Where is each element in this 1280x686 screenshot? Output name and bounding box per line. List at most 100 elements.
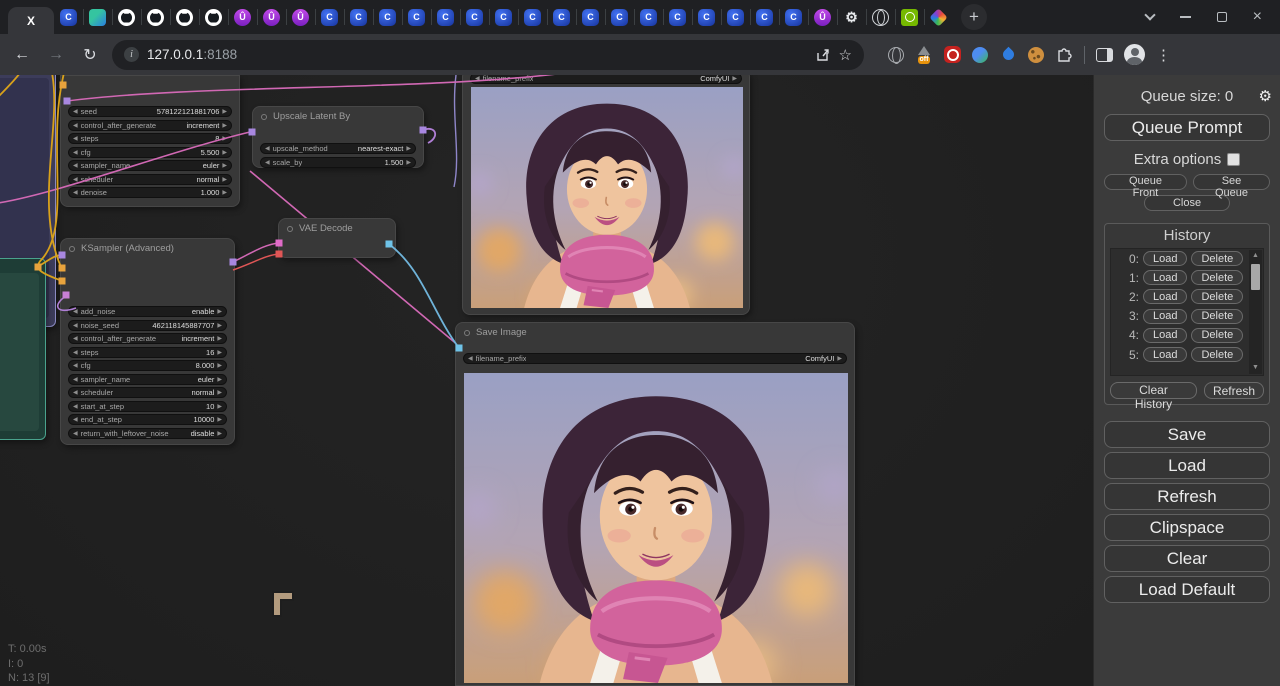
extensions-puzzle-icon[interactable] — [1055, 46, 1073, 64]
widget-sampler_name[interactable]: ◀sampler_nameeuler▶ — [68, 374, 227, 385]
ubadge-tab[interactable]: Û — [286, 0, 315, 34]
ksampler-advanced-node[interactable]: KSampler (Advanced) ◀add_noiseenable▶◀no… — [60, 238, 235, 445]
arrow-right-icon[interactable]: ▶ — [217, 308, 222, 315]
active-tab[interactable]: X — [8, 7, 54, 34]
comfy-tab[interactable]: C — [663, 0, 692, 34]
history-load-button[interactable]: Load — [1143, 309, 1187, 324]
widget-filename_prefix[interactable]: ◀filename_prefixComfyUI▶ — [470, 75, 742, 84]
settings-gear-icon[interactable]: ⚙ — [1259, 87, 1272, 105]
arrow-right-icon[interactable]: ▶ — [222, 176, 227, 183]
comfy-tab[interactable]: C — [315, 0, 344, 34]
arrow-left-icon[interactable]: ◀ — [73, 308, 78, 315]
widget-sampler_name[interactable]: ◀sampler_nameeuler▶ — [68, 160, 232, 171]
comfy-tab[interactable]: C — [518, 0, 547, 34]
comfy-tab[interactable]: C — [489, 0, 518, 34]
save-image-node-top[interactable]: ◀filename_prefixComfyUI▶ — [462, 75, 750, 315]
arrow-left-icon[interactable]: ◀ — [73, 122, 78, 129]
queue-front-button[interactable]: Queue Front — [1104, 174, 1187, 190]
arrow-right-icon[interactable]: ▶ — [406, 159, 411, 166]
back-button[interactable]: ← — [10, 46, 34, 64]
widget-scale_by[interactable]: ◀scale_by1.500▶ — [260, 157, 416, 168]
comfy-tab[interactable]: C — [402, 0, 431, 34]
github-tab[interactable] — [112, 0, 141, 34]
settings-tab[interactable]: ⚙ — [837, 0, 866, 34]
arrow-left-icon[interactable]: ◀ — [73, 135, 78, 142]
arrow-right-icon[interactable]: ▶ — [406, 145, 411, 152]
ubadge-tab[interactable]: Û — [228, 0, 257, 34]
profile-avatar[interactable] — [1124, 44, 1145, 65]
collapse-dot-icon[interactable] — [287, 226, 293, 232]
history-delete-button[interactable]: Delete — [1191, 251, 1243, 266]
forward-button[interactable]: → — [44, 46, 68, 64]
widget-end_at_step[interactable]: ◀end_at_step10000▶ — [68, 414, 227, 425]
address-bar[interactable]: i 127.0.0.1:8188 ☆ — [112, 40, 864, 70]
comfy-tab[interactable]: C — [605, 0, 634, 34]
widget-noise_seed[interactable]: ◀noise_seed462118145887707▶ — [68, 320, 227, 331]
globe-tab[interactable] — [866, 0, 895, 34]
widget-denoise[interactable]: ◀denoise1.000▶ — [68, 187, 232, 198]
scroll-thumb[interactable] — [1251, 264, 1260, 290]
widget-cfg[interactable]: ◀cfg8.000▶ — [68, 360, 227, 371]
comfy-tab[interactable]: C — [721, 0, 750, 34]
widget-add_noise[interactable]: ◀add_noiseenable▶ — [68, 306, 227, 317]
reload-button[interactable]: ↻ — [78, 45, 102, 65]
arrow-right-icon[interactable]: ▶ — [217, 430, 222, 437]
comfy-tab[interactable]: C — [344, 0, 373, 34]
nvidia-tab[interactable] — [895, 0, 924, 34]
arrow-right-icon[interactable]: ▶ — [222, 122, 227, 129]
history-load-button[interactable]: Load — [1143, 347, 1187, 362]
clear-button[interactable]: Clear — [1104, 545, 1270, 572]
widget-scheduler[interactable]: ◀schedulernormal▶ — [68, 387, 227, 398]
queue-prompt-button[interactable]: Queue Prompt — [1104, 114, 1270, 141]
red-o-extension-icon[interactable] — [944, 46, 961, 63]
bookmark-star-icon[interactable]: ☆ — [839, 46, 852, 64]
arrow-left-icon[interactable]: ◀ — [73, 162, 78, 169]
widget-filename_prefix[interactable]: ◀filename_prefixComfyUI▶ — [463, 353, 847, 364]
history-delete-button[interactable]: Delete — [1191, 309, 1243, 324]
arrow-left-icon[interactable]: ◀ — [73, 376, 78, 383]
arrow-right-icon[interactable]: ▶ — [222, 135, 227, 142]
arrow-right-icon[interactable]: ▶ — [217, 416, 222, 423]
github-tab[interactable] — [199, 0, 228, 34]
comfy-tab[interactable]: C — [750, 0, 779, 34]
comfy-tab[interactable]: C — [779, 0, 808, 34]
load-default-button[interactable]: Load Default — [1104, 576, 1270, 603]
globe-extension-icon[interactable] — [888, 47, 904, 63]
arrow-right-icon[interactable]: ▶ — [217, 362, 222, 369]
arrow-right-icon[interactable]: ▶ — [732, 75, 737, 82]
comfy-tab[interactable]: C — [54, 0, 83, 34]
history-delete-button[interactable]: Delete — [1191, 289, 1243, 304]
arrow-left-icon[interactable]: ◀ — [73, 108, 78, 115]
widget-scheduler[interactable]: ◀schedulernormal▶ — [68, 174, 232, 185]
extra-options-checkbox[interactable] — [1227, 153, 1240, 166]
arrow-left-icon[interactable]: ◀ — [73, 335, 78, 342]
new-tab-button[interactable]: + — [961, 4, 987, 30]
widget-steps[interactable]: ◀steps8▶ — [68, 133, 232, 144]
widget-control_after_generate[interactable]: ◀control_after_generateincrement▶ — [68, 120, 232, 131]
comfy-tab[interactable]: C — [547, 0, 576, 34]
history-delete-button[interactable]: Delete — [1191, 270, 1243, 285]
comfyui-canvas[interactable]: ilingile,,soft, RAW,urredh theledasideil… — [0, 75, 1093, 686]
cookie-extension-icon[interactable] — [1028, 47, 1044, 63]
vae-decode-node[interactable]: VAE Decode — [278, 218, 396, 258]
widget-start_at_step[interactable]: ◀start_at_step10▶ — [68, 401, 227, 412]
arrow-left-icon[interactable]: ◀ — [73, 176, 78, 183]
history-load-button[interactable]: Load — [1143, 270, 1187, 285]
side-panel-icon[interactable] — [1096, 48, 1113, 62]
arrow-left-icon[interactable]: ◀ — [73, 362, 78, 369]
arrow-right-icon[interactable]: ▶ — [222, 189, 227, 196]
ubadge-tab[interactable]: Û — [257, 0, 286, 34]
comfy-tab[interactable]: C — [692, 0, 721, 34]
clip-text-encode-negative-node[interactable]: w:0.5],utilated,limbs,, missing, necklac… — [0, 258, 46, 440]
tab-search-chevron-icon[interactable] — [1144, 9, 1155, 20]
arrow-left-icon[interactable]: ◀ — [468, 355, 473, 362]
collapse-dot-icon[interactable] — [69, 246, 75, 252]
comfy-tab[interactable]: C — [373, 0, 402, 34]
comfy-tab[interactable]: C — [634, 0, 663, 34]
app-tab[interactable] — [83, 0, 112, 34]
scroll-up-icon[interactable]: ▲ — [1252, 250, 1259, 262]
arrow-left-icon[interactable]: ◀ — [475, 75, 480, 82]
arrow-right-icon[interactable]: ▶ — [222, 108, 227, 115]
clear-history-button[interactable]: Clear History — [1110, 382, 1197, 399]
widget-seed[interactable]: ◀seed578122121881706▶ — [68, 106, 232, 117]
